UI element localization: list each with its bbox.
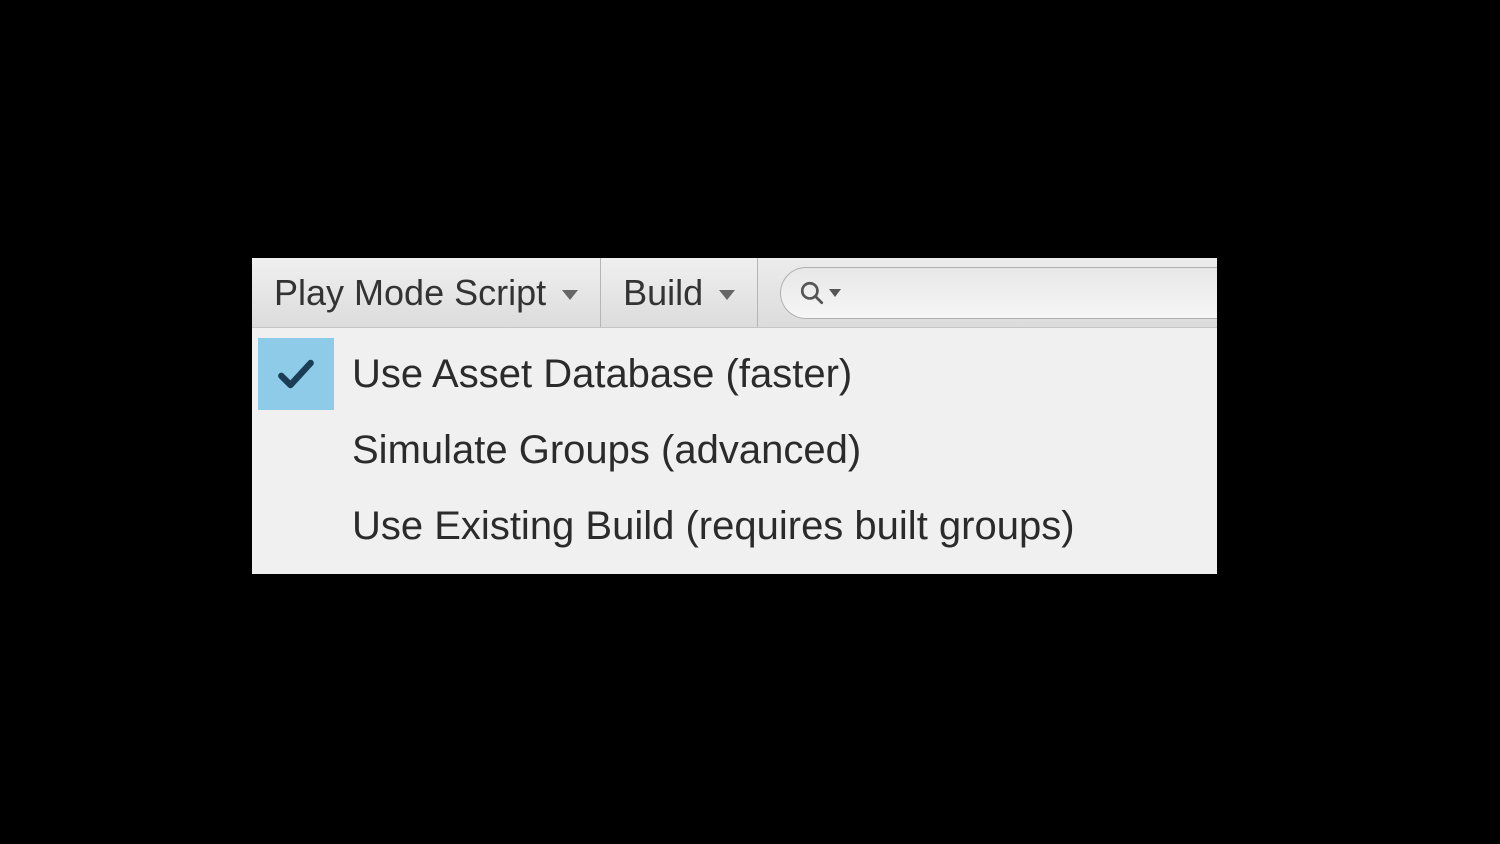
menu-item-checkmark-slot (258, 338, 334, 410)
menu-item-simulate-groups[interactable]: Simulate Groups (advanced) (252, 412, 1217, 488)
build-dropdown-button[interactable]: Build (601, 258, 758, 327)
menu-item-use-existing-build[interactable]: Use Existing Build (requires built group… (252, 488, 1217, 564)
toolbar: Play Mode Script Build (252, 258, 1217, 328)
menu-item-checkmark-slot (258, 490, 334, 562)
addressables-panel: Play Mode Script Build Use Asse (252, 258, 1217, 574)
search-caret-icon (829, 289, 841, 297)
search-container (758, 258, 1217, 327)
dropdown-caret-icon (562, 290, 578, 300)
play-mode-script-label: Play Mode Script (274, 272, 546, 314)
build-label: Build (623, 272, 703, 314)
play-mode-script-dropdown-button[interactable]: Play Mode Script (252, 258, 601, 327)
menu-item-checkmark-slot (258, 414, 334, 486)
search-icon (799, 280, 825, 306)
menu-item-use-asset-database[interactable]: Use Asset Database (faster) (252, 336, 1217, 412)
checkmark-icon (274, 352, 318, 396)
search-input[interactable] (780, 267, 1217, 319)
dropdown-caret-icon (719, 290, 735, 300)
play-mode-dropdown-menu: Use Asset Database (faster) Simulate Gro… (252, 328, 1217, 574)
menu-item-label: Simulate Groups (advanced) (352, 428, 861, 473)
menu-item-label: Use Asset Database (faster) (352, 352, 852, 397)
menu-item-label: Use Existing Build (requires built group… (352, 504, 1075, 549)
